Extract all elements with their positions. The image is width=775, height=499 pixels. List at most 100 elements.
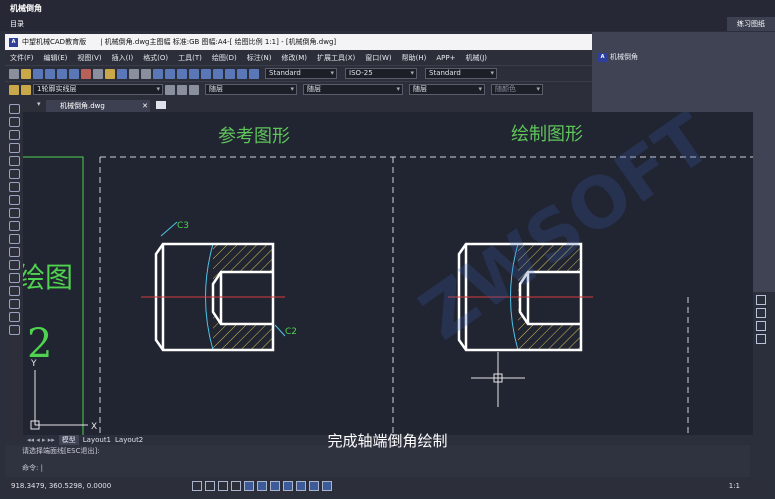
table-icon[interactable] xyxy=(8,312,20,322)
menu-insert[interactable]: 插入(I) xyxy=(107,53,139,63)
make-current-layer-icon[interactable] xyxy=(165,84,175,95)
sheet-icon[interactable] xyxy=(755,308,766,318)
spline-icon[interactable] xyxy=(8,208,20,218)
layer-previous-icon[interactable] xyxy=(177,84,187,95)
menu-mechanical[interactable]: 机械(J) xyxy=(461,53,493,63)
cloud-icon[interactable] xyxy=(8,195,20,205)
layer-toolbar: 1轮廓实线层 随层 随层 随层 随颜色 xyxy=(5,81,592,97)
print-icon[interactable] xyxy=(45,68,55,79)
menu-view[interactable]: 视图(V) xyxy=(72,53,106,63)
mtext-icon[interactable] xyxy=(8,325,20,335)
publish-icon[interactable] xyxy=(69,68,79,79)
menu-dimension[interactable]: 标注(N) xyxy=(242,53,277,63)
plot-style-select[interactable]: 随颜色 xyxy=(491,84,543,95)
menu-file[interactable]: 文件(F) xyxy=(5,53,39,63)
hatch-icon[interactable] xyxy=(8,286,20,296)
linetype-select[interactable]: 随层 xyxy=(303,84,403,95)
help-icon[interactable] xyxy=(249,68,259,79)
annotation-scale[interactable]: 1:1 xyxy=(729,482,770,490)
layer-manager-icon[interactable] xyxy=(9,84,19,95)
new-tab-icon[interactable] xyxy=(156,101,166,109)
redo-icon[interactable] xyxy=(141,68,151,79)
menu-format[interactable]: 格式(O) xyxy=(138,53,173,63)
polar-icon[interactable] xyxy=(231,481,241,491)
ellipse-arc-icon[interactable] xyxy=(8,234,20,244)
render-icon[interactable] xyxy=(755,321,766,331)
text-style-select[interactable]: Standard xyxy=(265,68,337,79)
menu-edit[interactable]: 编辑(E) xyxy=(39,53,73,63)
save-icon[interactable] xyxy=(33,68,43,79)
settings-icon[interactable] xyxy=(755,334,766,344)
close-tab-icon[interactable]: ✕ xyxy=(142,100,148,112)
menu-app[interactable]: APP+ xyxy=(431,54,460,62)
lineweight-select[interactable]: 随层 xyxy=(409,84,485,95)
catalog-menu[interactable]: 目录 xyxy=(0,17,775,31)
color-select[interactable]: 随层 xyxy=(205,84,297,95)
copy-icon[interactable] xyxy=(93,68,103,79)
menu-extend[interactable]: 扩展工具(X) xyxy=(312,53,360,63)
table-style-select[interactable]: Standard xyxy=(425,68,497,79)
watermark-text: ZWSOFT xyxy=(406,112,726,356)
design-center-icon[interactable] xyxy=(213,68,223,79)
undo-icon[interactable] xyxy=(129,68,139,79)
make-block-icon[interactable] xyxy=(8,260,20,270)
dynamic-input-icon[interactable] xyxy=(283,481,293,491)
menu-window[interactable]: 窗口(W) xyxy=(360,53,396,63)
arc-icon[interactable] xyxy=(8,130,20,140)
zoom-previous-icon[interactable] xyxy=(189,68,199,79)
insert-block-icon[interactable] xyxy=(8,247,20,257)
zoom-window-icon[interactable] xyxy=(177,68,187,79)
osnap-icon[interactable] xyxy=(244,481,254,491)
layer-state-icon[interactable] xyxy=(21,84,31,95)
reference-label: 参考图形 xyxy=(218,126,290,147)
practice-item-label: 机械倒角 xyxy=(610,53,638,61)
point-icon[interactable] xyxy=(8,273,20,283)
line-icon[interactable] xyxy=(8,104,20,114)
tool-palette-icon[interactable] xyxy=(225,68,235,79)
video-caption: 完成轴端倒角绘制 xyxy=(327,432,448,450)
region-icon[interactable] xyxy=(8,299,20,309)
properties-icon[interactable] xyxy=(201,68,211,79)
ellipse-icon[interactable] xyxy=(8,221,20,231)
cut-icon[interactable] xyxy=(81,68,91,79)
snap-icon[interactable] xyxy=(205,481,215,491)
doc-tab-active[interactable]: 机械倒角.dwg ✕ xyxy=(46,100,150,112)
calculator-icon[interactable] xyxy=(237,68,247,79)
ucs-icon xyxy=(30,370,88,430)
quick-props-icon[interactable] xyxy=(296,481,306,491)
paste-icon[interactable] xyxy=(105,68,115,79)
open-icon[interactable] xyxy=(21,68,31,79)
command-input[interactable]: 命令: | xyxy=(22,463,43,473)
polyline-icon[interactable] xyxy=(8,117,20,127)
practice-item[interactable]: A 机械倒角 xyxy=(598,52,638,62)
callout-c2: C2 xyxy=(285,327,297,337)
pan-icon[interactable] xyxy=(153,68,163,79)
selection-cycle-icon[interactable] xyxy=(309,481,319,491)
menu-help[interactable]: 帮助(H) xyxy=(397,53,432,63)
match-properties-icon[interactable] xyxy=(117,68,127,79)
menu-draw[interactable]: 绘图(D) xyxy=(207,53,242,63)
model-space-icon[interactable] xyxy=(322,481,332,491)
right-toolbar xyxy=(753,292,768,352)
ortho-icon[interactable] xyxy=(218,481,228,491)
dim-style-select[interactable]: ISO-25 xyxy=(345,68,417,79)
new-icon[interactable] xyxy=(9,68,19,79)
otrack-icon[interactable] xyxy=(257,481,267,491)
view-cube-icon[interactable] xyxy=(755,295,766,305)
arc-3pt-icon[interactable] xyxy=(8,169,20,179)
lineweight-icon[interactable] xyxy=(270,481,280,491)
zoom-realtime-icon[interactable] xyxy=(165,68,175,79)
layer-isolate-icon[interactable] xyxy=(189,84,199,95)
polygon-icon[interactable] xyxy=(8,143,20,153)
menu-tools[interactable]: 工具(T) xyxy=(173,53,207,63)
circle-icon[interactable] xyxy=(8,182,20,192)
draw-toolbar xyxy=(5,100,23,440)
grid-icon[interactable] xyxy=(192,481,202,491)
preview-icon[interactable] xyxy=(57,68,67,79)
menu-modify[interactable]: 修改(M) xyxy=(276,53,312,63)
practice-drawing-tab[interactable]: 练习图纸 xyxy=(727,17,775,31)
tab-menu-icon[interactable]: ▾ xyxy=(37,100,41,108)
drawing-canvas[interactable]: 参考图形 绘制图形 绘图 2 C3 C2 Y X ZWSOFT xyxy=(23,112,753,435)
layer-select[interactable]: 1轮廓实线层 xyxy=(33,84,163,95)
rectangle-icon[interactable] xyxy=(8,156,20,166)
